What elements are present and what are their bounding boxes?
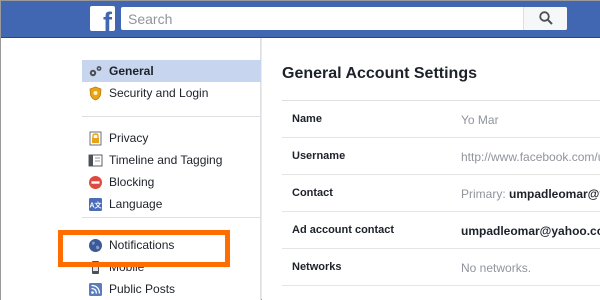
name-value: Yo Mar <box>461 113 499 127</box>
sidebar-group-notifications: Notifications Mobile Public Posts <box>82 234 261 300</box>
row-label: Contact <box>292 187 333 199</box>
sidebar-group-privacy: Privacy Timeline and Tagging Blocking A文… <box>82 127 261 215</box>
sidebar-item-privacy[interactable]: Privacy <box>82 127 261 149</box>
row-value: Yo Mar <box>461 113 600 127</box>
sidebar-item-label: General <box>109 64 154 78</box>
blocking-icon <box>88 175 103 190</box>
settings-row-username[interactable]: Username http://www.facebook.com/umpadle… <box>282 138 600 175</box>
rss-icon <box>88 282 103 297</box>
sidebar-item-label: Notifications <box>109 238 175 252</box>
search-box <box>121 7 567 30</box>
settings-sidebar: General Security and Login Privacy Timel… <box>1 38 261 300</box>
row-value: umpadleomar@yahoo.com <box>461 224 600 238</box>
sidebar-item-timeline-and-tagging[interactable]: Timeline and Tagging <box>82 149 261 171</box>
networks-value: No networks. <box>461 261 532 275</box>
sidebar-item-label: Language <box>109 197 163 211</box>
row-label: Networks <box>292 261 342 273</box>
sidebar-item-label: Timeline and Tagging <box>109 153 223 167</box>
timeline-icon <box>88 153 103 168</box>
shield-badge-icon <box>88 86 103 101</box>
lock-icon <box>88 131 103 146</box>
row-label: Username <box>292 150 346 162</box>
sidebar-group-account: General Security and Login <box>82 60 261 104</box>
search-icon <box>539 11 553 25</box>
gears-icon <box>88 64 103 79</box>
logo-letter: f <box>103 7 112 32</box>
sidebar-item-label: Public Posts <box>109 282 176 296</box>
sidebar-item-label: Privacy <box>109 131 149 145</box>
settings-row-ad-account-contact[interactable]: Ad account contact umpadleomar@yahoo.com <box>282 212 600 249</box>
page-title: General Account Settings <box>282 65 477 82</box>
sidebar-item-general[interactable]: General <box>82 60 261 82</box>
sidebar-item-blocking[interactable]: Blocking <box>82 171 261 193</box>
sidebar-item-notifications[interactable]: Notifications <box>82 234 261 256</box>
contact-email: umpadleomar@yahoo.com <box>509 187 600 201</box>
sidebar-item-public-posts[interactable]: Public Posts <box>82 278 261 300</box>
row-value: No networks. <box>461 261 600 275</box>
row-label: Ad account contact <box>292 224 395 236</box>
sidebar-item-label: Security and Login <box>109 86 209 100</box>
sidebar-item-mobile[interactable]: Mobile <box>82 256 261 278</box>
username-value: http://www.facebook.com/umpadleomar <box>461 150 600 164</box>
row-label: Name <box>292 113 322 125</box>
contact-prefix: Primary: <box>461 187 509 201</box>
settings-content: General Account Settings Name Yo Mar Use… <box>262 38 600 300</box>
row-value: http://www.facebook.com/umpadleomar <box>461 150 600 164</box>
sidebar-item-label: Blocking <box>109 175 155 189</box>
language-icon: A文 <box>88 197 103 212</box>
sidebar-divider <box>82 217 261 218</box>
globe-icon <box>88 238 103 253</box>
sidebar-item-label: Mobile <box>109 260 145 274</box>
facebook-logo-icon[interactable]: f <box>90 6 115 31</box>
screenshot-frame: f General <box>0 0 600 300</box>
mobile-icon <box>88 260 103 275</box>
row-value: Primary: umpadleomar@yahoo.com <box>461 187 600 201</box>
search-button[interactable] <box>523 7 567 30</box>
top-navigation-bar: f <box>1 1 600 38</box>
sidebar-item-security-and-login[interactable]: Security and Login <box>82 82 261 104</box>
settings-row-name[interactable]: Name Yo Mar <box>282 101 600 138</box>
settings-row-contact[interactable]: Contact Primary: umpadleomar@yahoo.com <box>282 175 600 212</box>
sidebar-divider <box>82 116 261 117</box>
ad-contact-email: umpadleomar@yahoo.com <box>461 224 600 238</box>
sidebar-item-language[interactable]: A文 Language <box>82 193 261 215</box>
svg-text:A文: A文 <box>89 200 102 209</box>
search-input[interactable] <box>121 7 526 30</box>
settings-row-networks[interactable]: Networks No networks. <box>282 249 600 286</box>
